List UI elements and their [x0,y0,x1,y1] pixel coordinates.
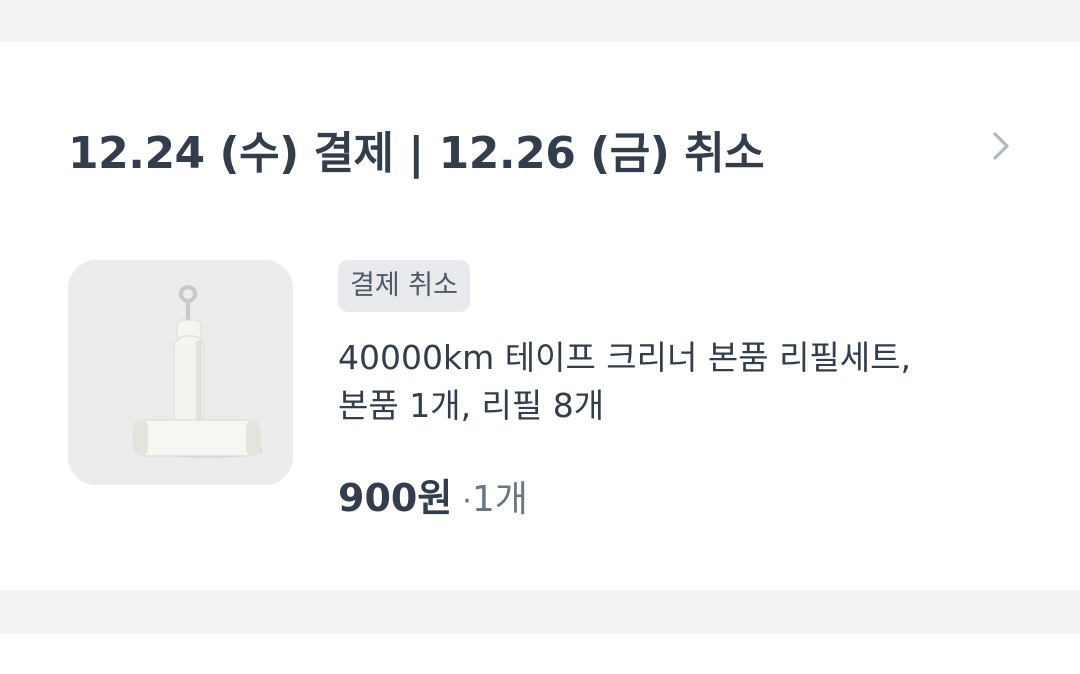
price: 900원 [338,476,453,520]
chevron-right-icon[interactable] [987,130,1015,162]
top-divider [0,0,1080,42]
order-card: 12.24 (수) 결제 | 12.26 (금) 취소 결제 취소 40000k… [0,42,1080,590]
order-date-title: 12.24 (수) 결제 | 12.26 (금) 취소 [68,128,765,179]
next-section [0,634,1080,674]
order-header[interactable]: 12.24 (수) 결제 | 12.26 (금) 취소 [0,42,1080,262]
status-badge: 결제 취소 [338,260,470,312]
price-row: 900원 ·1개 [338,474,528,530]
quantity: 1개 [471,479,528,520]
product-thumbnail[interactable] [68,260,293,485]
lint-roller-product-image [68,260,293,485]
product-name-line2: 본품 1개, 리필 8개 [338,386,605,425]
product-name-line1: 40000km 테이프 크리너 본품 리필세트, [338,338,912,377]
bottom-divider [0,590,1080,634]
product-name[interactable]: 40000km 테이프 크리너 본품 리필세트, 본품 1개, 리필 8개 [338,334,1038,430]
qty-separator: · [462,484,472,519]
